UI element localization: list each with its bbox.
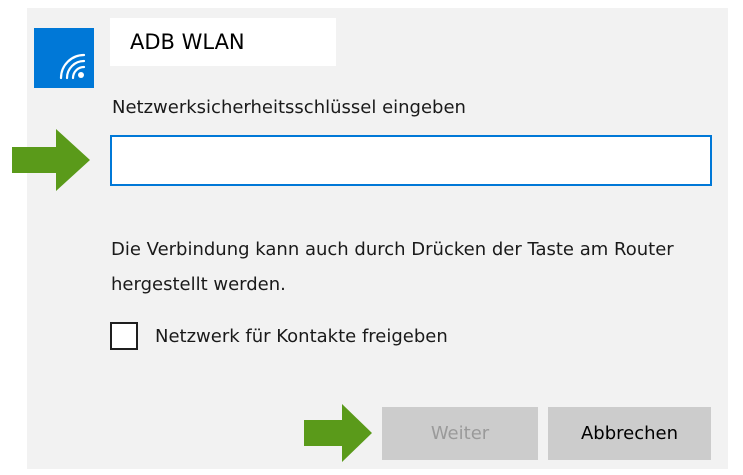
cancel-button[interactable]: Abbrechen bbox=[548, 407, 711, 460]
annotation-arrow-icon bbox=[304, 404, 372, 462]
share-checkbox-label: Netzwerk für Kontakte freigeben bbox=[155, 325, 448, 347]
network-name: ADB WLAN bbox=[110, 18, 336, 66]
network-key-input[interactable] bbox=[110, 135, 712, 186]
next-button[interactable]: Weiter bbox=[382, 407, 538, 460]
share-with-contacts-option[interactable]: Netzwerk für Kontakte freigeben bbox=[110, 320, 448, 352]
wps-hint-text: Die Verbindung kann auch durch Drücken d… bbox=[111, 239, 674, 295]
share-checkbox[interactable] bbox=[110, 322, 138, 350]
annotation-arrow-icon bbox=[12, 129, 90, 191]
network-key-label: Netzwerksicherheitsschlüssel eingeben bbox=[112, 97, 466, 118]
wifi-icon bbox=[34, 28, 94, 88]
